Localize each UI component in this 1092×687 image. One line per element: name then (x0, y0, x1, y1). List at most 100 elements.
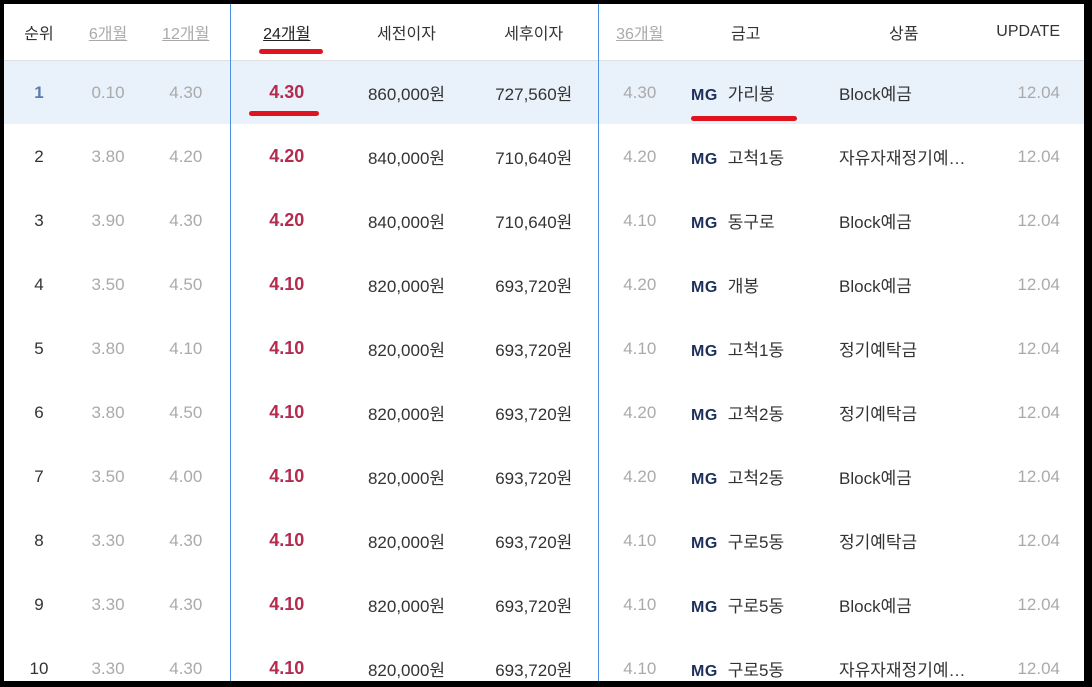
aftertax-interest-cell: 710,640원 (495, 149, 573, 168)
table-row[interactable]: 7 3.50 4.00 4.10 820,000원 693,720원 4.20 MG 고척2동 B… (4, 444, 1084, 509)
pretax-interest-cell: 820,000원 (367, 661, 446, 680)
aftertax-interest-cell: 693,720원 (495, 597, 573, 616)
aftertax-interest-cell: 693,720원 (495, 533, 573, 552)
mg-logo: MG (691, 151, 718, 168)
rate-24m-value: 4.10 (269, 594, 305, 614)
bank-name-group[interactable]: MG 가리봉 (691, 80, 797, 121)
header-6-months-link[interactable]: 6개월 (74, 4, 142, 61)
rate-36m-cell: 4.10 (597, 188, 681, 253)
pretax-interest-cell: 860,000원 (343, 60, 470, 125)
rate-12m-cell: 4.30 (169, 210, 203, 230)
pretax-interest-cell: 820,000원 (367, 405, 446, 424)
bank-name: 고척1동 (727, 149, 785, 168)
rate-24m-cell: 4.30 (229, 60, 343, 125)
bank-name-group[interactable]: MG 고척1동 (691, 336, 784, 361)
rate-24m-value: 4.20 (269, 210, 305, 230)
product-cell: 정기예탁금 (839, 533, 918, 552)
aftertax-interest-cell: 693,720원 (495, 277, 573, 296)
pretax-interest-cell: 820,000원 (367, 277, 446, 296)
bank-name: 동구로 (727, 213, 775, 232)
update-date-cell: 12.04 (1017, 466, 1060, 486)
rate-24m-cell: 4.10 (229, 316, 343, 381)
header-36-months-link[interactable]: 36개월 (597, 4, 681, 61)
rank-cell: 9 (34, 594, 44, 614)
product-cell: Block예금 (839, 469, 912, 488)
rate-24m-value: 4.10 (269, 274, 305, 294)
rate-24m-cell: 4.20 (229, 124, 343, 189)
table-row[interactable]: 6 3.80 4.50 4.10 820,000원 693,720원 4.20 MG 고척2동 정… (4, 380, 1084, 445)
update-date-cell: 12.04 (1017, 210, 1060, 230)
aftertax-interest-cell: 693,720원 (495, 469, 573, 488)
bank-name-group[interactable]: MG 고척1동 (691, 144, 784, 169)
table-header-row: 순위 6개월 12개월 24개월 세전이자 세후이자 36개월 금고 상품 UP… (4, 4, 1084, 61)
rate-24m-cell: 4.10 (229, 508, 343, 573)
rate-6m-cell: 3.90 (91, 210, 125, 230)
update-date-cell: 12.04 (1017, 274, 1060, 294)
rate-6m-cell: 3.80 (91, 402, 125, 422)
rate-underline-mark (248, 111, 319, 116)
rate-12m-cell: 4.00 (169, 466, 203, 486)
rate-36m-cell: 4.10 (597, 572, 681, 637)
bank-cell: MG 개봉 (681, 253, 829, 317)
product-cell: Block예금 (839, 597, 912, 616)
table-row[interactable]: 5 3.80 4.10 4.10 820,000원 693,720원 4.10 MG 고척1동 정… (4, 316, 1084, 381)
bank-underline-mark (691, 116, 797, 121)
table-body: 1 0.10 4.30 4.30 860,000원 727,560원 4.30 MG 가리봉 Bl… (4, 60, 1084, 682)
mg-logo: MG (691, 663, 718, 680)
update-date-cell: 12.04 (1017, 658, 1060, 678)
table-row[interactable]: 8 3.30 4.30 4.10 820,000원 693,720원 4.10 MG 구로5동 정… (4, 508, 1084, 573)
rate-6m-cell: 3.30 (91, 594, 125, 614)
aftertax-interest-cell: 693,720원 (495, 341, 573, 360)
header-24-months-link[interactable]: 24개월 (229, 4, 343, 61)
bank-name: 고척2동 (727, 405, 785, 424)
rank-cell: 10 (29, 658, 49, 678)
header-rank: 순위 (24, 26, 54, 43)
bank-name-group[interactable]: MG 고척2동 (691, 400, 784, 425)
rate-12m-cell: 4.50 (169, 402, 203, 422)
bank-name-group[interactable]: MG 구로5동 (691, 592, 784, 617)
rate-36m-cell: 4.10 (597, 636, 681, 681)
table-row[interactable]: 1 0.10 4.30 4.30 860,000원 727,560원 4.30 MG 가리봉 Bl… (4, 60, 1084, 125)
header-pretax-interest: 세전이자 (377, 26, 436, 43)
header-12-months-link[interactable]: 12개월 (142, 4, 230, 61)
bank-cell: MG 구로5동 (681, 637, 829, 682)
bank-name: 구로5동 (727, 597, 785, 616)
rate-24m-cell: 4.10 (229, 444, 343, 509)
rank-cell: 1 (4, 60, 74, 125)
mg-logo: MG (691, 215, 718, 232)
update-date-cell: 12.04 (1017, 338, 1060, 358)
table-row[interactable]: 2 3.80 4.20 4.20 840,000원 710,640원 4.20 MG 고척1동 자… (4, 124, 1084, 189)
deposit-rate-table: 순위 6개월 12개월 24개월 세전이자 세후이자 36개월 금고 상품 UP… (4, 4, 1084, 681)
table-row[interactable]: 4 3.50 4.50 4.10 820,000원 693,720원 4.20 MG 개봉 Blo… (4, 252, 1084, 317)
rate-table-panel: 순위 6개월 12개월 24개월 세전이자 세후이자 36개월 금고 상품 UP… (4, 4, 1084, 681)
table-row[interactable]: 3 3.90 4.30 4.20 840,000원 710,640원 4.10 MG 동구로 Bl… (4, 188, 1084, 253)
bank-cell: MG 고척2동 (681, 381, 829, 445)
rank-cell: 2 (34, 146, 44, 166)
rate-24m-value: 4.10 (269, 658, 305, 678)
rank-cell: 4 (34, 274, 44, 294)
bank-cell: MG 동구로 (681, 189, 829, 253)
rate-24m-value: 4.10 (269, 338, 305, 358)
rate-12m-cell: 4.30 (169, 658, 203, 678)
table-row[interactable]: 10 3.30 4.30 4.10 820,000원 693,720원 4.10 MG 구로5동… (4, 636, 1084, 682)
bank-cell: MG 고척1동 (681, 125, 829, 189)
bank-name-group[interactable]: MG 고척2동 (691, 464, 784, 489)
aftertax-interest-cell: 693,720원 (495, 405, 573, 424)
rank-cell: 3 (34, 210, 44, 230)
mg-logo: MG (691, 343, 718, 360)
bank-name-group[interactable]: MG 구로5동 (691, 656, 784, 681)
bank-name-group[interactable]: MG 구로5동 (691, 528, 784, 553)
bank-name-group[interactable]: MG 동구로 (691, 208, 775, 233)
pretax-interest-cell: 820,000원 (367, 341, 446, 360)
rate-36m-cell: 4.10 (597, 508, 681, 573)
bank-name: 구로5동 (727, 661, 785, 680)
rate-36m-cell: 4.20 (597, 252, 681, 317)
rate-6m-cell: 3.80 (91, 146, 125, 166)
rate-6m-cell: 3.30 (91, 530, 125, 550)
bank-name-group[interactable]: MG 개봉 (691, 272, 759, 297)
rate-24m-value: 4.20 (269, 146, 305, 166)
rate-12m-cell: 4.50 (169, 274, 203, 294)
table-row[interactable]: 9 3.30 4.30 4.10 820,000원 693,720원 4.10 MG 구로5동 B… (4, 572, 1084, 637)
update-date-cell: 12.04 (1017, 530, 1060, 550)
update-date-cell: 12.04 (974, 60, 1084, 125)
